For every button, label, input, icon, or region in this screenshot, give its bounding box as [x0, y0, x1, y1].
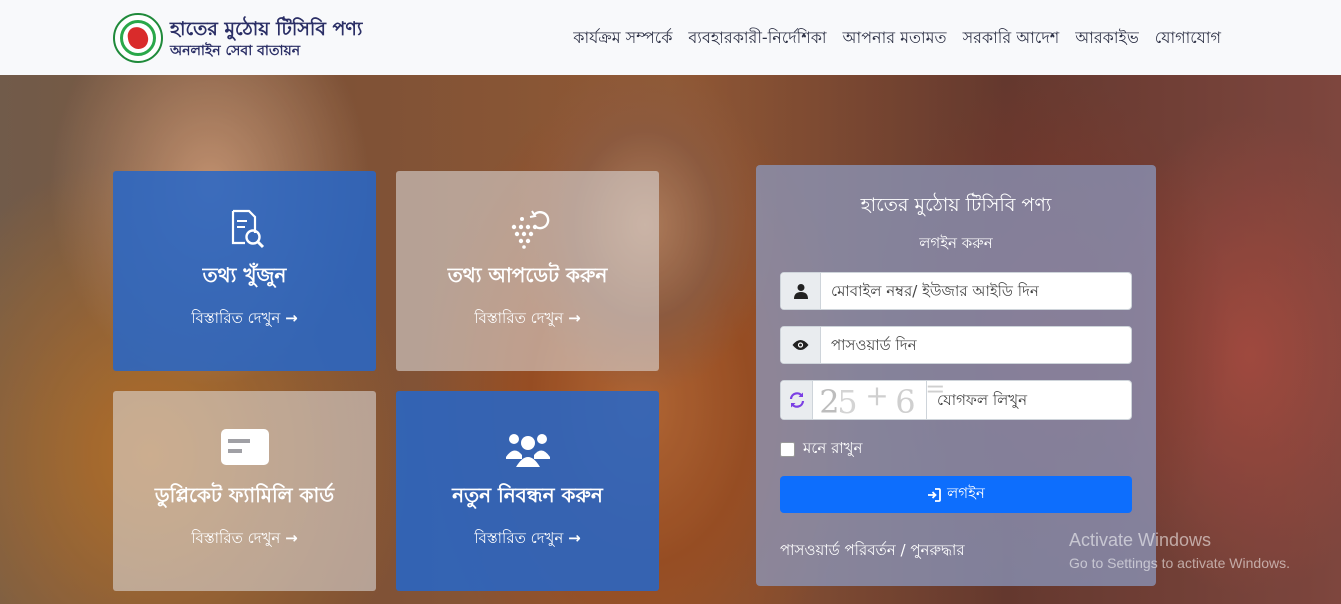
tile-details-link[interactable]: বিস্তারিত দেখুন → [396, 307, 659, 332]
password-field [780, 326, 1132, 364]
tile-link-text: বিস্তারিত দেখুন [191, 529, 281, 547]
tile-link-text: বিস্তারিত দেখুন [474, 309, 564, 327]
nav-government-orders[interactable]: সরকারি আদেশ [963, 25, 1060, 52]
nav-feedback[interactable]: আপনার মতামত [843, 25, 947, 52]
arrow-right-icon: → [568, 309, 581, 327]
remember-label: মনে রাখুন [803, 439, 863, 457]
captcha-char: + [865, 379, 889, 412]
login-panel: হাতের মুঠোয় টিসিবি পণ্য লগইন করুন 2 5 +… [756, 165, 1156, 586]
update-dots-icon [511, 210, 549, 249]
captcha-char: 5 [837, 383, 858, 421]
captcha-field: 2 5 + 6 = [780, 375, 1132, 421]
sign-in-icon [928, 487, 942, 502]
tile-details-link[interactable]: বিস্তারিত দেখুন → [396, 527, 659, 552]
tile-title: ডুপ্লিকেট ফ্যামিলি কার্ড [154, 483, 335, 507]
refresh-captcha-icon[interactable] [781, 381, 814, 419]
arrow-right-icon: → [285, 309, 298, 327]
login-button[interactable]: লগইন [780, 476, 1132, 513]
tile-duplicate-card[interactable]: ডুপ্লিকেট ফ্যামিলি কার্ড বিস্তারিত দেখুন… [113, 391, 376, 591]
users-icon [505, 434, 550, 467]
card-icon [220, 429, 269, 465]
nav-contact[interactable]: যোগাযোগ [1155, 25, 1221, 52]
search-document-icon [231, 209, 264, 249]
password-reset-link[interactable]: পাসওয়ার্ড পরিবর্তন / পুনরুদ্ধার [780, 539, 965, 564]
nav-archive[interactable]: আরকাইভ [1075, 25, 1139, 52]
remember-me: মনে রাখুন [780, 437, 862, 462]
captcha-char: 6 [895, 383, 916, 421]
arrow-right-icon: → [285, 529, 298, 547]
user-icon [781, 273, 821, 309]
login-subtitle: লগইন করুন [919, 234, 993, 252]
tile-link-text: বিস্তারিত দেখুন [191, 309, 281, 327]
main-nav: কার্যক্রম সম্পর্কে ব্যবহারকারী-নির্দেশিক… [573, 25, 1221, 52]
arrow-right-icon: → [568, 529, 581, 547]
captcha-image: 2 5 + 6 = [813, 375, 945, 421]
tile-details-link[interactable]: বিস্তারিত দেখুন → [113, 307, 376, 332]
government-logo[interactable] [113, 13, 163, 63]
login-button-label: লগইন [947, 484, 985, 502]
user-id-field [780, 272, 1132, 310]
password-input[interactable] [821, 327, 1131, 363]
tile-update-info[interactable]: তথ্য আপডেট করুন বিস্তারিত দেখুন → [396, 171, 659, 371]
tile-search-info[interactable]: তথ্য খুঁজুন বিস্তারিত দেখুন → [113, 171, 376, 371]
brand-subtitle: অনলাইন সেবা বাতায়ন [170, 43, 301, 59]
tile-new-registration[interactable]: নতুন নিবন্ধন করুন বিস্তারিত দেখুন → [396, 391, 659, 591]
captcha-input[interactable] [927, 381, 1131, 419]
windows-activation-hint: Go to Settings to activate Windows. [1069, 555, 1290, 571]
tile-title: নতুন নিবন্ধন করুন [452, 483, 603, 507]
user-id-input[interactable] [821, 273, 1131, 309]
nav-about[interactable]: কার্যক্রম সম্পর্কে [573, 25, 672, 52]
tile-link-text: বিস্তারিত দেখুন [474, 529, 564, 547]
tile-title: তথ্য খুঁজুন [202, 263, 287, 287]
windows-activation-title: Activate Windows [1069, 530, 1212, 550]
tile-title: তথ্য আপডেট করুন [447, 263, 608, 287]
top-header: হাতের মুঠোয় টিসিবি পণ্য অনলাইন সেবা বাত… [0, 0, 1341, 75]
captcha-char: = [925, 375, 946, 403]
tile-details-link[interactable]: বিস্তারিত দেখুন → [113, 527, 376, 552]
nav-user-guide[interactable]: ব্যবহারকারী-নির্দেশিকা [688, 25, 826, 52]
eye-icon[interactable] [781, 327, 821, 363]
login-title: হাতের মুঠোয় টিসিবি পণ্য [860, 194, 1052, 216]
remember-checkbox[interactable] [780, 442, 795, 457]
